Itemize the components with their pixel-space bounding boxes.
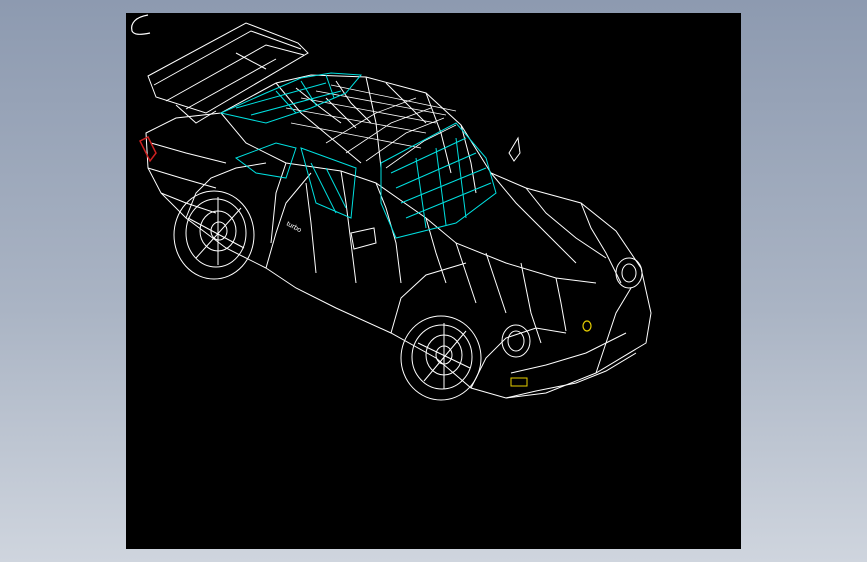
ucs-corner-icon	[131, 14, 151, 35]
fog-light	[510, 377, 528, 387]
drawing-viewport[interactable]: turbo	[126, 13, 741, 549]
door-lettering: turbo	[285, 221, 302, 235]
glass-windows	[219, 72, 497, 239]
rear-wheel	[173, 190, 255, 280]
rear-spoiler	[147, 22, 309, 124]
front-wheel	[400, 315, 482, 401]
tail-light	[138, 135, 157, 163]
car-wireframe: turbo	[138, 22, 652, 401]
hood-badge	[582, 320, 592, 332]
